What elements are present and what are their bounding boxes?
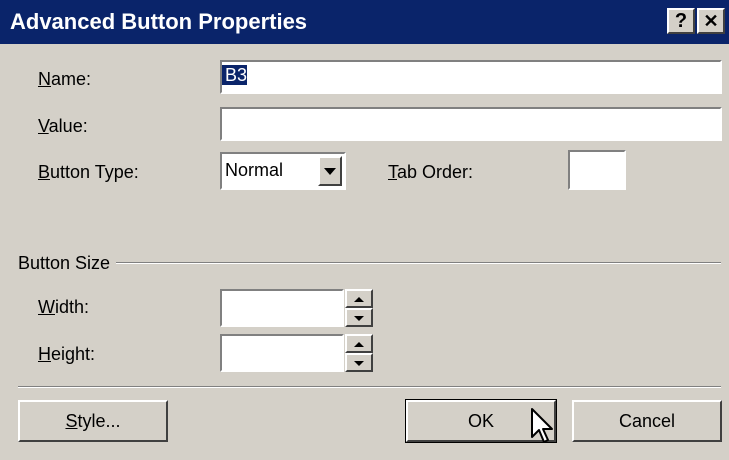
button-size-group-label: Button Size (18, 252, 117, 274)
advanced-button-properties-dialog: Advanced Button Properties ? ✕ Name: B3 … (0, 0, 729, 460)
height-label: Height: (38, 343, 95, 365)
height-spin-down[interactable] (345, 353, 373, 372)
tab-order-field[interactable] (568, 150, 626, 190)
name-field-value: B3 (222, 65, 248, 85)
button-size-divider (18, 262, 721, 264)
button-type-label-mnemonic: B (38, 162, 51, 182)
style-button-mnemonic: S (65, 411, 78, 431)
value-label: Value: (38, 115, 88, 137)
arrow-up-icon (354, 297, 364, 302)
tab-order-value (570, 155, 573, 175)
button-type-value: Normal (225, 160, 284, 180)
value-label-mnemonic: V (38, 116, 49, 136)
width-field[interactable] (220, 289, 344, 327)
dropdown-button[interactable] (318, 156, 342, 186)
tab-order-label-rest: ab Order: (397, 162, 474, 182)
style-button-rest: tyle... (77, 411, 121, 431)
arrow-down-icon (354, 361, 364, 366)
footer-divider (18, 386, 721, 388)
chevron-down-icon (324, 168, 336, 175)
height-field[interactable] (220, 334, 344, 372)
button-type-label: Button Type: (38, 161, 139, 183)
value-field-value (222, 112, 225, 132)
height-label-mnemonic: H (38, 344, 51, 364)
width-spin-down[interactable] (345, 308, 373, 327)
mouse-pointer-icon (531, 408, 553, 443)
width-label-mnemonic: W (38, 297, 55, 317)
width-label: Width: (38, 296, 89, 318)
style-button[interactable]: Style... (18, 400, 168, 442)
title-bar[interactable]: Advanced Button Properties ? ✕ (0, 0, 729, 44)
name-label-mnemonic: N (38, 69, 51, 89)
button-type-select[interactable]: Normal (220, 152, 346, 190)
name-label: Name: (38, 68, 91, 90)
button-type-label-rest: utton Type: (50, 162, 139, 182)
value-label-rest: alue: (48, 116, 88, 136)
cancel-button[interactable]: Cancel (572, 400, 722, 442)
width-field-value (222, 294, 225, 314)
height-spin-up[interactable] (345, 334, 373, 353)
height-label-rest: eight: (51, 344, 96, 364)
width-spin-up[interactable] (345, 289, 373, 308)
name-field[interactable]: B3 (220, 60, 722, 94)
tab-order-label-mnemonic: T (388, 162, 397, 182)
name-label-rest: ame: (51, 69, 92, 89)
tab-order-label: Tab Order: (388, 161, 473, 183)
height-field-value (222, 339, 225, 359)
value-field[interactable] (220, 107, 722, 141)
window-title: Advanced Button Properties (10, 9, 308, 34)
arrow-down-icon (354, 316, 364, 321)
width-label-rest: idth: (55, 297, 90, 317)
help-button[interactable]: ? (667, 8, 695, 34)
close-button[interactable]: ✕ (697, 8, 725, 34)
arrow-up-icon (354, 342, 364, 347)
